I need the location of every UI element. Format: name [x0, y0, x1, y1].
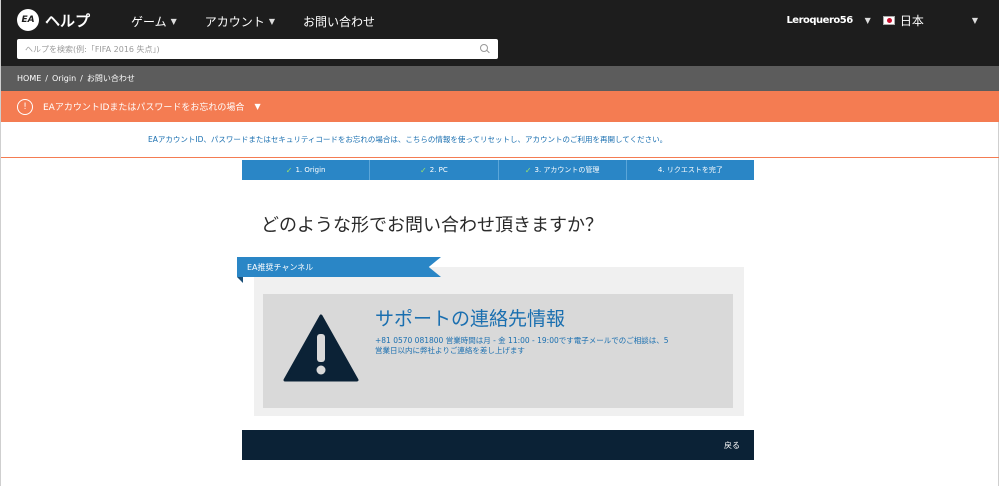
nav-account[interactable]: アカウント ▼ — [205, 13, 275, 30]
breadcrumb-separator: / — [45, 74, 48, 83]
chevron-down-icon[interactable]: ▼ — [972, 16, 978, 25]
chevron-down-icon: ▼ — [268, 17, 275, 26]
main-nav: ゲーム ▼ アカウント ▼ お問い合わせ — [131, 13, 375, 30]
page: EA ヘルプ ゲーム ▼ アカウント ▼ お問い合わせ Leroquero56 … — [0, 0, 999, 486]
nav-contact-label: お問い合わせ — [302, 15, 375, 29]
back-button[interactable]: 戻る — [724, 440, 740, 451]
nav-contact[interactable]: お問い合わせ — [303, 13, 375, 30]
checkmark-icon: ✓ — [285, 165, 293, 175]
alert-text: EAアカウントIDまたはパスワードをお忘れの場合 — [43, 103, 245, 113]
nav-games[interactable]: ゲーム ▼ — [131, 13, 177, 30]
step-label: 2. PC — [429, 166, 448, 174]
ea-logo-icon: EA — [17, 9, 39, 31]
card-title: サポートの連絡先情報 — [375, 308, 566, 330]
chevron-down-icon: ▼ — [254, 102, 261, 111]
top-header: EA ヘルプ ゲーム ▼ アカウント ▼ お問い合わせ Leroquero56 … — [1, 0, 999, 66]
chevron-down-icon[interactable]: ▼ — [865, 16, 871, 25]
page-title: どのような形でお問い合わせ頂きますか？ — [261, 215, 603, 236]
breadcrumb: HOME / Origin / お問い合わせ — [1, 66, 999, 91]
breadcrumb-separator: / — [80, 74, 83, 83]
tag-fold — [237, 277, 243, 283]
step-origin[interactable]: ✓ 1. Origin — [242, 160, 371, 180]
step-label: 3. アカウントの管理 — [534, 166, 600, 174]
checkmark-icon: ✓ — [524, 165, 532, 175]
ea-help-logo[interactable]: EA ヘルプ — [17, 9, 90, 31]
language-label: 日本 — [899, 14, 924, 28]
search-bar — [17, 39, 498, 59]
search-input[interactable] — [25, 44, 480, 54]
nav-games-label: ゲーム — [131, 15, 167, 29]
card-description: +81 0570 081800 営業時間は月 - 金 11:00 - 19:00… — [375, 336, 669, 356]
step-label: 1. Origin — [295, 166, 326, 174]
breadcrumb-current: お問い合わせ — [86, 74, 135, 83]
breadcrumb-home[interactable]: HOME — [17, 74, 41, 83]
nav-account-label: アカウント — [204, 15, 265, 29]
info-message: EAアカウントID、パスワードまたはセキュリティコードをお忘れの場合は、こちらの… — [1, 122, 999, 158]
exclamation-icon: ! — [17, 98, 33, 115]
step-complete-request: 4. リクエストを完了 — [626, 160, 754, 180]
logo-text: ヘルプ — [45, 11, 91, 30]
chevron-down-icon: ▼ — [170, 17, 177, 26]
search-icon[interactable] — [480, 44, 490, 54]
username[interactable]: Leroquero56 — [786, 15, 853, 26]
japan-flag-icon — [882, 16, 895, 25]
breadcrumb-origin[interactable]: Origin — [52, 74, 76, 83]
step-label: 4. リクエストを完了 — [657, 166, 723, 174]
info-text: EAアカウントID、パスワードまたはセキュリティコードをお忘れの場合は、こちらの… — [148, 135, 668, 144]
language-selector[interactable]: 日本 — [882, 12, 924, 29]
forgot-credentials-alert[interactable]: ! EAアカウントIDまたはパスワードをお忘れの場合 ▼ — [1, 91, 999, 122]
checkmark-icon: ✓ — [420, 165, 427, 175]
progress-steps: ✓ 1. Origin ✓ 2. PC ✓ 3. アカウントの管理 4. リクエ… — [242, 160, 754, 180]
footer-bar: 戻る — [242, 430, 754, 460]
step-account-management[interactable]: ✓ 3. アカウントの管理 — [498, 160, 627, 180]
step-pc[interactable]: ✓ 2. PC — [370, 160, 499, 180]
user-area: Leroquero56 ▼ 日本 ▼ — [786, 12, 978, 29]
support-contact-card[interactable]: サポートの連絡先情報 +81 0570 081800 営業時間は月 - 金 11… — [263, 294, 733, 408]
recommended-channel-tag: EA推奨チャンネル — [237, 257, 441, 277]
warning-icon — [283, 314, 359, 382]
